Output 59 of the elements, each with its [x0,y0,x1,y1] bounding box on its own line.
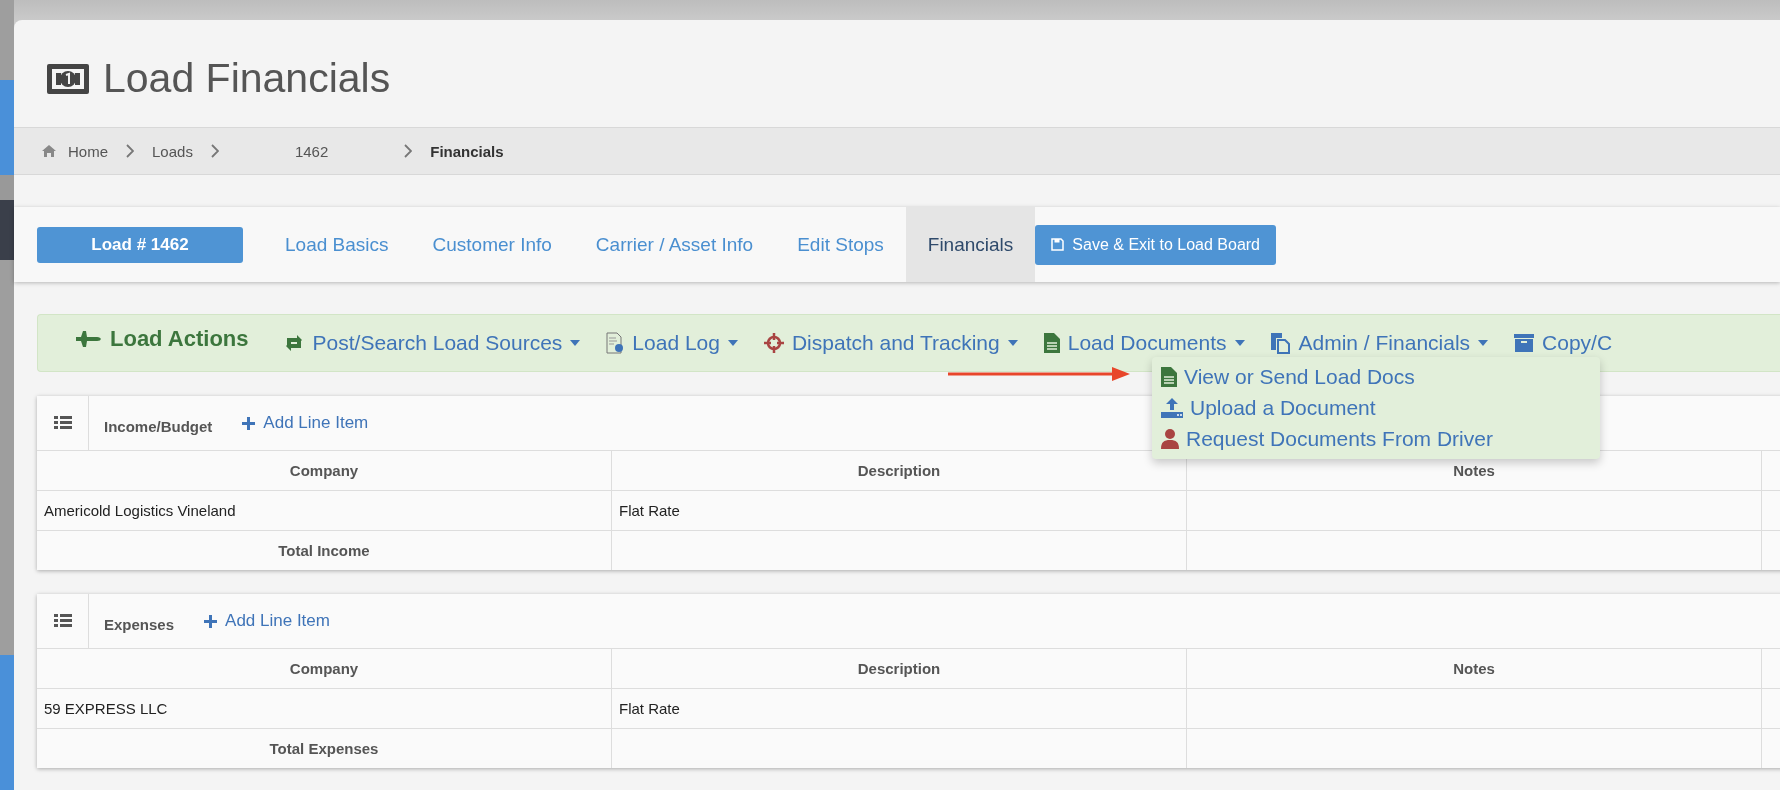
table-cell: 59 EXPRESS LLC [37,689,612,728]
dropdown-item[interactable]: Upload a Document [1161,396,1376,420]
dropdown-item[interactable]: Request Documents From Driver [1161,427,1493,451]
breadcrumb-item[interactable]: Loads [152,142,193,160]
total-label: Total Expenses [37,729,612,768]
action-menu[interactable]: Dispatch and Tracking [763,331,1018,355]
section-title: Income/Budget [104,417,213,435]
money-bill-icon [47,63,89,94]
table-cell: Americold Logistics Vineland [37,491,612,530]
tab[interactable]: Load Basics [263,207,411,282]
airplane-icon [76,331,102,347]
load-actions-title: Load Actions [76,326,249,352]
document-globe-icon [606,332,625,354]
archive-box-icon [1514,334,1535,352]
column-header: Company [37,649,612,688]
tab[interactable]: Customer Info [410,207,574,282]
tab[interactable]: Edit Stops [775,207,906,282]
total-label: Total Income [37,531,612,570]
table-cell: Flat Rate [612,689,1187,728]
person-icon [1161,429,1179,449]
page-title: Load Financials [103,55,391,102]
table-cell: Flat Rate [612,491,1187,530]
upload-icon [1161,398,1183,418]
action-menu[interactable]: Admin / Financials [1270,331,1489,355]
action-menu[interactable]: Load Log [606,331,738,355]
caret-icon [570,340,581,346]
breadcrumb-item[interactable]: 1462 [236,142,387,160]
tab[interactable]: Carrier / Asset Info [573,207,776,282]
document-icon [1043,333,1060,353]
caret-icon [1478,340,1489,346]
home-icon [42,145,56,157]
column-header: Notes [1187,649,1762,688]
breadcrumb-item: Financials [430,142,504,160]
plus-icon [242,416,256,430]
chevron-icon [210,144,219,158]
tab[interactable]: Financials [905,207,1036,282]
section-title: Expenses [104,615,175,633]
load-number-button[interactable]: Load # 1462 [37,226,243,263]
list-icon [53,614,72,628]
save-exit-button[interactable]: Save & Exit to Load Board [1035,224,1276,265]
column-header: Company [37,451,612,490]
action-menu[interactable]: Copy/C [1514,331,1613,355]
chevron-icon [126,144,134,158]
caret-icon [1234,340,1245,346]
add-line-item-link[interactable]: Add Line Item [198,610,336,632]
add-line-item-link[interactable]: Add Line Item [236,412,375,434]
list-icon [53,416,72,430]
plus-icon [204,614,218,628]
caret-icon [727,340,738,346]
caret-icon [1007,340,1018,346]
copy-document-icon [1270,332,1291,354]
crosshair-icon [763,333,784,353]
column-header: Description [612,649,1187,688]
breadcrumb-item[interactable]: Home [68,142,108,160]
action-menu[interactable]: Load Documents [1043,331,1245,355]
action-menu[interactable]: Post/Search Load Sources [282,331,581,355]
dropdown-item[interactable]: View or Send Load Docs [1161,365,1415,389]
document-icon [1161,367,1177,387]
chevron-icon [404,144,413,158]
